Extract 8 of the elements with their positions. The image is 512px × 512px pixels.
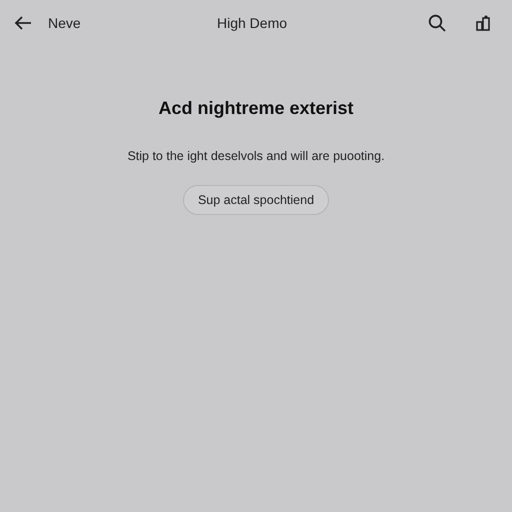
- heading: Acd nightreme exterist: [158, 98, 354, 119]
- building-icon[interactable]: [476, 15, 490, 31]
- back-button[interactable]: Neve: [14, 15, 81, 31]
- message-text: Stip to the ight deselvols and will are puooting.: [127, 149, 385, 163]
- screen-title: High Demo: [216, 15, 288, 31]
- search-icon[interactable]: [428, 14, 446, 32]
- action-button[interactable]: Sup actal spochtiend: [182, 185, 330, 215]
- back-arrow-icon: [14, 15, 32, 31]
